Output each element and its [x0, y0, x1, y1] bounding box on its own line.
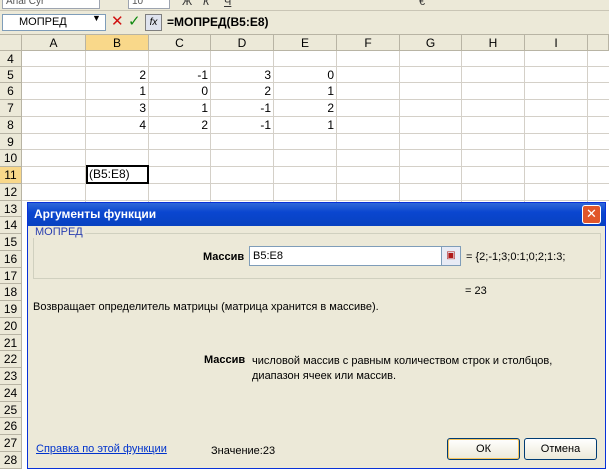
- parameter-name: Массив: [204, 354, 246, 366]
- row-header-18[interactable]: 18: [0, 284, 22, 301]
- row-header-28[interactable]: 28: [0, 452, 22, 469]
- formatting-toolbar: Arial Cyr 10 Ж К Ч €: [0, 0, 609, 11]
- function-arguments-dialog: Аргументы функции ✕ МОПРЕД Массив B5:E8 …: [27, 202, 606, 469]
- cell-d7[interactable]: -1: [211, 100, 274, 117]
- insert-function-button[interactable]: fx: [145, 14, 162, 31]
- row-header-11[interactable]: 11: [0, 167, 22, 184]
- collapse-dialog-icon[interactable]: ▣: [441, 246, 461, 266]
- gridline: [22, 200, 609, 201]
- column-header-g[interactable]: G: [400, 35, 462, 51]
- formula-result-preview: = 23: [465, 285, 487, 297]
- cell-d5[interactable]: 3: [211, 67, 274, 83]
- column-header-c[interactable]: C: [149, 35, 211, 51]
- row-header-23[interactable]: 23: [0, 368, 22, 385]
- cell-c6[interactable]: 0: [149, 83, 211, 100]
- argument-evaluated-value: = {2;-1;3;0:1;0;2;1:3;: [466, 251, 566, 263]
- formula-text[interactable]: =МОПРЕД(B5:E8): [167, 15, 269, 29]
- function-name-label: МОПРЕД: [33, 226, 85, 238]
- cell-e7[interactable]: 2: [274, 100, 337, 117]
- cancel-x-icon[interactable]: ✕: [111, 13, 124, 31]
- font-name-dropdown[interactable]: Arial Cyr: [2, 0, 100, 9]
- parameter-description: числовой массив с равным количеством стр…: [252, 355, 553, 382]
- cell-c5[interactable]: -1: [149, 67, 211, 83]
- column-header-b[interactable]: B: [86, 35, 149, 51]
- column-header-e[interactable]: E: [274, 35, 337, 51]
- cell-b7[interactable]: 3: [86, 100, 149, 117]
- row-header-16[interactable]: 16: [0, 251, 22, 268]
- row-header-22[interactable]: 22: [0, 351, 22, 368]
- row-header-19[interactable]: 19: [0, 301, 22, 318]
- font-size-dropdown[interactable]: 10: [128, 0, 170, 9]
- row-header-9[interactable]: 9: [0, 134, 22, 150]
- row-header-4[interactable]: 4: [0, 51, 22, 67]
- row-header-24[interactable]: 24: [0, 385, 22, 402]
- cell-e8[interactable]: 1: [274, 117, 337, 134]
- row-header-14[interactable]: 14: [0, 217, 22, 234]
- cell-b6[interactable]: 1: [86, 83, 149, 100]
- argument-label: Массив: [203, 251, 245, 263]
- row-header-17[interactable]: 17: [0, 268, 22, 284]
- active-cell-b11[interactable]: (B5:E8): [86, 165, 149, 184]
- dialog-title[interactable]: Аргументы функции: [28, 203, 605, 226]
- row-header-7[interactable]: 7: [0, 100, 22, 117]
- row-header-5[interactable]: 5: [0, 67, 22, 83]
- chevron-down-icon[interactable]: ▼: [92, 13, 101, 23]
- row-header-6[interactable]: 6: [0, 83, 22, 100]
- help-link[interactable]: Справка по этой функции: [36, 443, 167, 455]
- cell-d6[interactable]: 2: [211, 83, 274, 100]
- formula-result-label: Значение:23: [211, 445, 275, 457]
- row-header-13[interactable]: 13: [0, 201, 22, 217]
- row-header-26[interactable]: 26: [0, 418, 22, 435]
- italic-button[interactable]: К: [203, 0, 209, 8]
- ok-button[interactable]: ОК: [447, 438, 520, 460]
- row-header-20[interactable]: 20: [0, 318, 22, 335]
- row-header-15[interactable]: 15: [0, 234, 22, 251]
- row-header-21[interactable]: 21: [0, 335, 22, 351]
- cell-e5[interactable]: 0: [274, 67, 337, 83]
- array-argument-input[interactable]: B5:E8: [249, 246, 443, 266]
- row-header-27[interactable]: 27: [0, 435, 22, 452]
- cancel-button[interactable]: Отмена: [524, 438, 597, 460]
- value-number: 23: [262, 445, 276, 457]
- value-caption: Значение:: [211, 445, 263, 457]
- formula-bar: МОПРЕД ▼ ✕ ✓ fx =МОПРЕД(B5:E8): [0, 11, 609, 35]
- column-header-h[interactable]: H: [462, 35, 525, 51]
- close-x-icon[interactable]: ✕: [582, 205, 601, 224]
- name-box[interactable]: МОПРЕД: [2, 14, 106, 31]
- cell-b8[interactable]: 4: [86, 117, 149, 134]
- column-header-a[interactable]: A: [22, 35, 86, 51]
- column-header-f[interactable]: F: [337, 35, 400, 51]
- cell-c8[interactable]: 2: [149, 117, 211, 134]
- column-header-i[interactable]: I: [525, 35, 588, 51]
- cell-b5[interactable]: 2: [86, 67, 149, 83]
- select-all-corner[interactable]: [0, 35, 22, 51]
- row-header-12[interactable]: 12: [0, 184, 22, 201]
- row-header-25[interactable]: 25: [0, 402, 22, 418]
- cell-e6[interactable]: 1: [274, 83, 337, 100]
- function-description: Возвращает определитель матрицы (матрица…: [33, 301, 379, 313]
- checkmark-icon[interactable]: ✓: [128, 13, 141, 31]
- column-header-j[interactable]: [588, 35, 609, 51]
- gridline: [22, 149, 609, 150]
- euro-button[interactable]: €: [419, 0, 425, 8]
- cell-c7[interactable]: 1: [149, 100, 211, 117]
- row-header-8[interactable]: 8: [0, 117, 22, 134]
- name-box-value: МОПРЕД: [19, 16, 67, 28]
- column-header-d[interactable]: D: [211, 35, 274, 51]
- underline-button[interactable]: Ч: [224, 0, 231, 8]
- bold-button[interactable]: Ж: [182, 0, 192, 8]
- row-header-10[interactable]: 10: [0, 150, 22, 167]
- cell-d8[interactable]: -1: [211, 117, 274, 134]
